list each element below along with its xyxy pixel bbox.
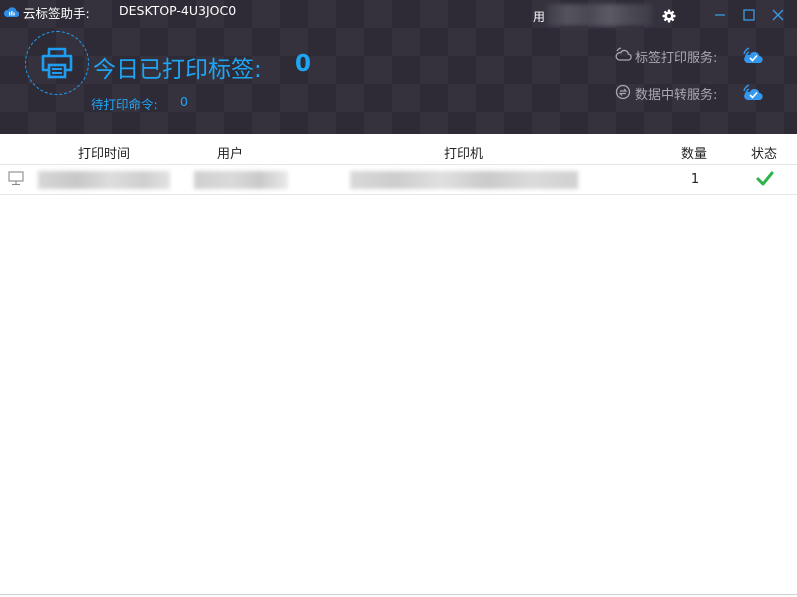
user-redacted xyxy=(194,171,288,189)
gear-icon[interactable] xyxy=(661,8,677,24)
close-icon[interactable] xyxy=(769,6,787,24)
data-relay-service: 数据中转服务: xyxy=(615,82,765,104)
cloud-icon xyxy=(615,47,632,61)
column-printer[interactable]: 打印机 xyxy=(444,143,483,162)
user-label: 用 xyxy=(533,10,546,24)
sync-icon xyxy=(615,84,631,100)
today-printed-label: 今日已打印标签: xyxy=(93,57,262,83)
column-user[interactable]: 用户 xyxy=(217,143,243,162)
user-name-redacted xyxy=(546,4,652,26)
printer-redacted xyxy=(350,171,578,189)
bottom-divider xyxy=(0,594,797,595)
computer-icon xyxy=(8,171,24,186)
print-time-redacted xyxy=(38,171,170,189)
today-printed-count: 0 xyxy=(295,51,312,77)
maximize-icon[interactable] xyxy=(740,6,758,24)
column-print-time[interactable]: 打印时间 xyxy=(78,143,130,162)
check-icon xyxy=(756,171,774,186)
header-panel: 云标签助手: DESKTOP-4U3JOC0 用 今日已打印标签: 0 待打印命… xyxy=(0,0,797,134)
minimize-icon[interactable] xyxy=(711,6,729,24)
label-print-service-label: 标签打印服务: xyxy=(635,51,718,66)
pending-commands-label: 待打印命令: xyxy=(91,97,158,112)
table-header: 打印时间 用户 打印机 数量 状态 xyxy=(0,138,797,165)
host-name: DESKTOP-4U3JOC0 xyxy=(119,3,237,18)
column-status[interactable]: 状态 xyxy=(751,143,777,162)
quantity-cell: 1 xyxy=(690,172,700,187)
printer-badge xyxy=(25,31,89,95)
cloud-connected-icon xyxy=(743,47,763,64)
table-row[interactable]: 1 xyxy=(0,165,797,195)
pending-commands-count: 0 xyxy=(180,94,188,109)
cloud-logo-icon xyxy=(4,7,19,18)
cloud-connected-icon xyxy=(743,84,763,101)
column-quantity[interactable]: 数量 xyxy=(681,143,707,162)
printer-icon xyxy=(41,47,73,79)
label-print-service: 标签打印服务: xyxy=(615,45,765,67)
data-relay-service-label: 数据中转服务: xyxy=(635,88,718,103)
app-title: 云标签助手: xyxy=(23,6,90,21)
